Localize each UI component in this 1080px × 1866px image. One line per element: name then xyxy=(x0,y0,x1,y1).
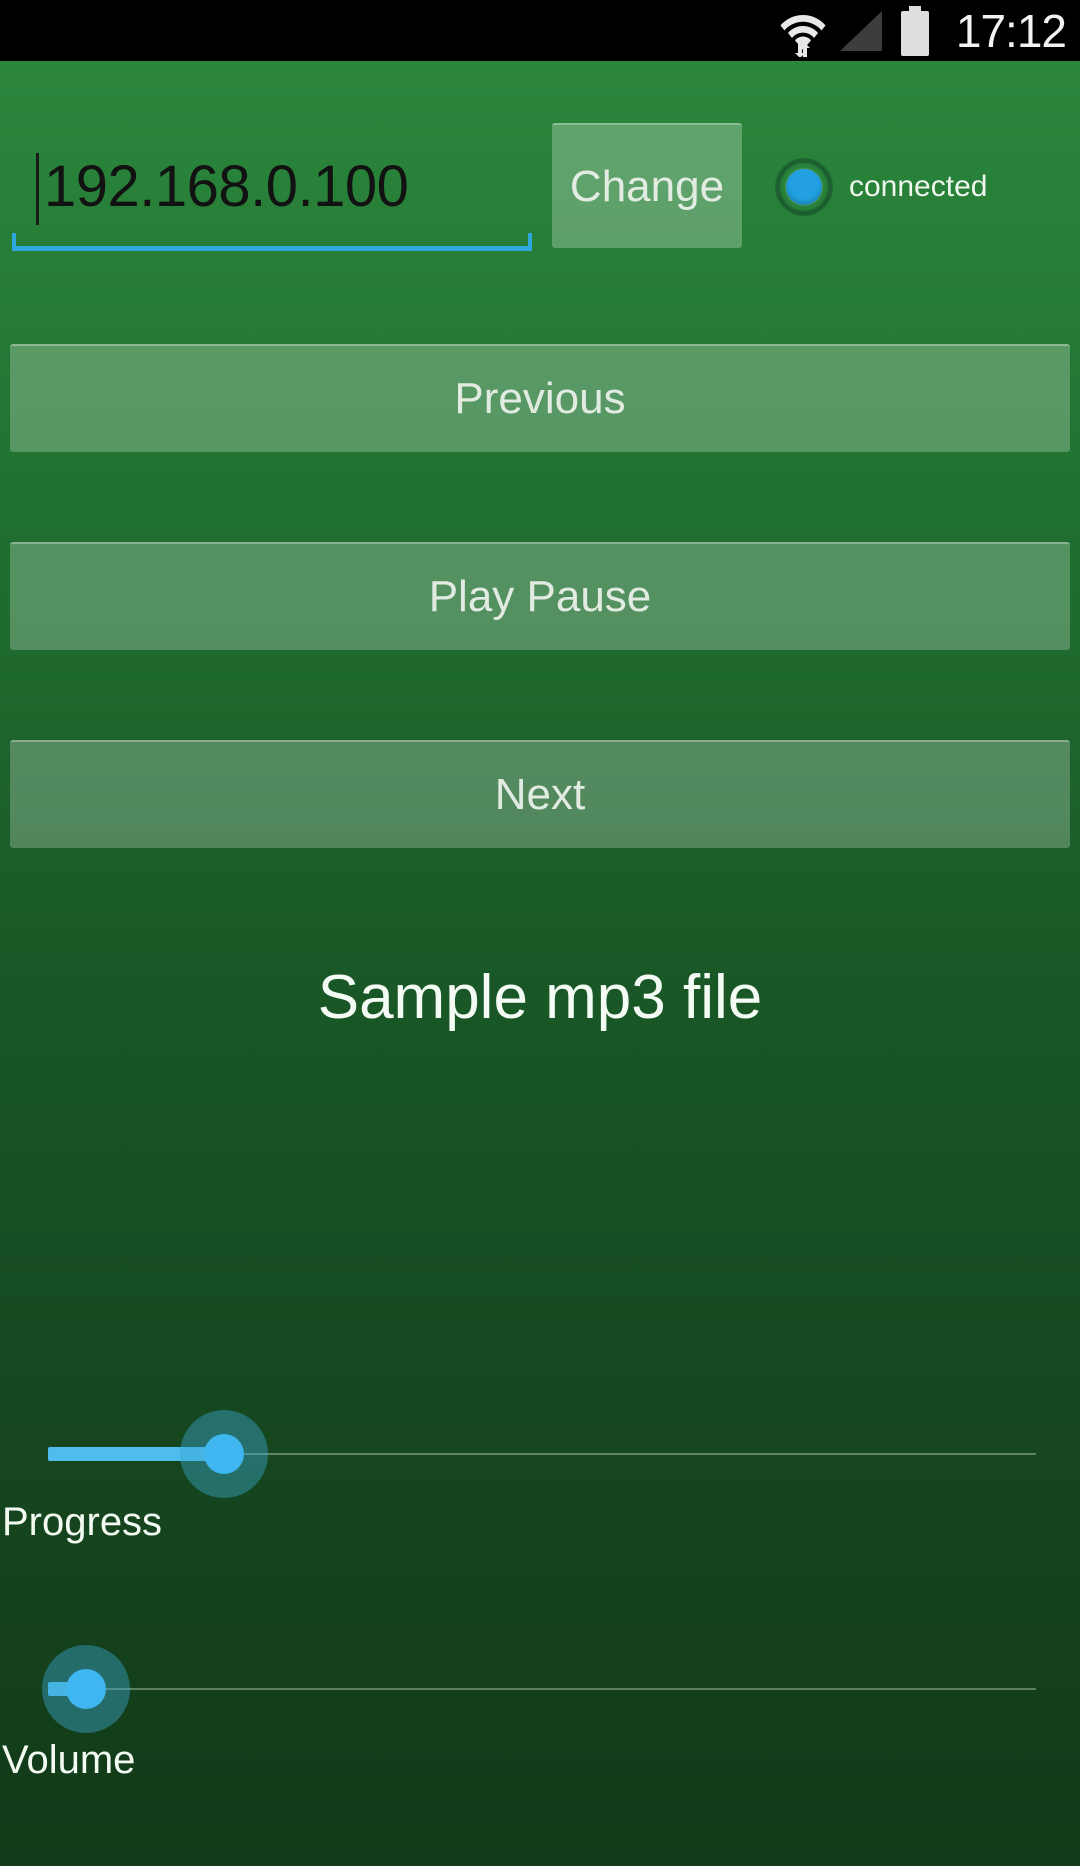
wifi-data-icon xyxy=(780,5,826,57)
change-button[interactable]: Change xyxy=(552,123,742,248)
volume-label: Volume xyxy=(2,1738,135,1783)
cellular-signal-icon xyxy=(836,9,888,53)
status-clock: 17:12 xyxy=(956,8,1066,54)
ip-address-value: 192.168.0.100 xyxy=(44,145,408,229)
battery-icon xyxy=(898,6,932,56)
status-bar: 17:12 xyxy=(0,0,1080,61)
connection-status-label: connected xyxy=(849,170,987,204)
volume-slider[interactable] xyxy=(0,1625,1080,1755)
play-pause-button[interactable]: Play Pause xyxy=(10,542,1070,650)
status-icons: 17:12 xyxy=(780,5,1066,57)
previous-button[interactable]: Previous xyxy=(10,344,1070,452)
progress-thumb[interactable] xyxy=(204,1434,244,1474)
volume-track-background xyxy=(48,1688,1036,1690)
connected-radio-icon[interactable] xyxy=(775,158,833,216)
track-title: Sample mp3 file xyxy=(0,962,1080,1033)
connection-status[interactable]: connected xyxy=(775,158,987,216)
connection-row: 192.168.0.100 Change connected xyxy=(0,133,1080,263)
progress-label: Progress xyxy=(2,1500,162,1545)
ip-address-input[interactable]: 192.168.0.100 xyxy=(12,133,532,251)
app-root: 17:12 192.168.0.100 Change connected Pre… xyxy=(0,0,1080,1866)
text-caret xyxy=(36,153,39,225)
input-underline xyxy=(12,233,532,251)
next-button[interactable]: Next xyxy=(10,740,1070,848)
volume-thumb[interactable] xyxy=(66,1669,106,1709)
